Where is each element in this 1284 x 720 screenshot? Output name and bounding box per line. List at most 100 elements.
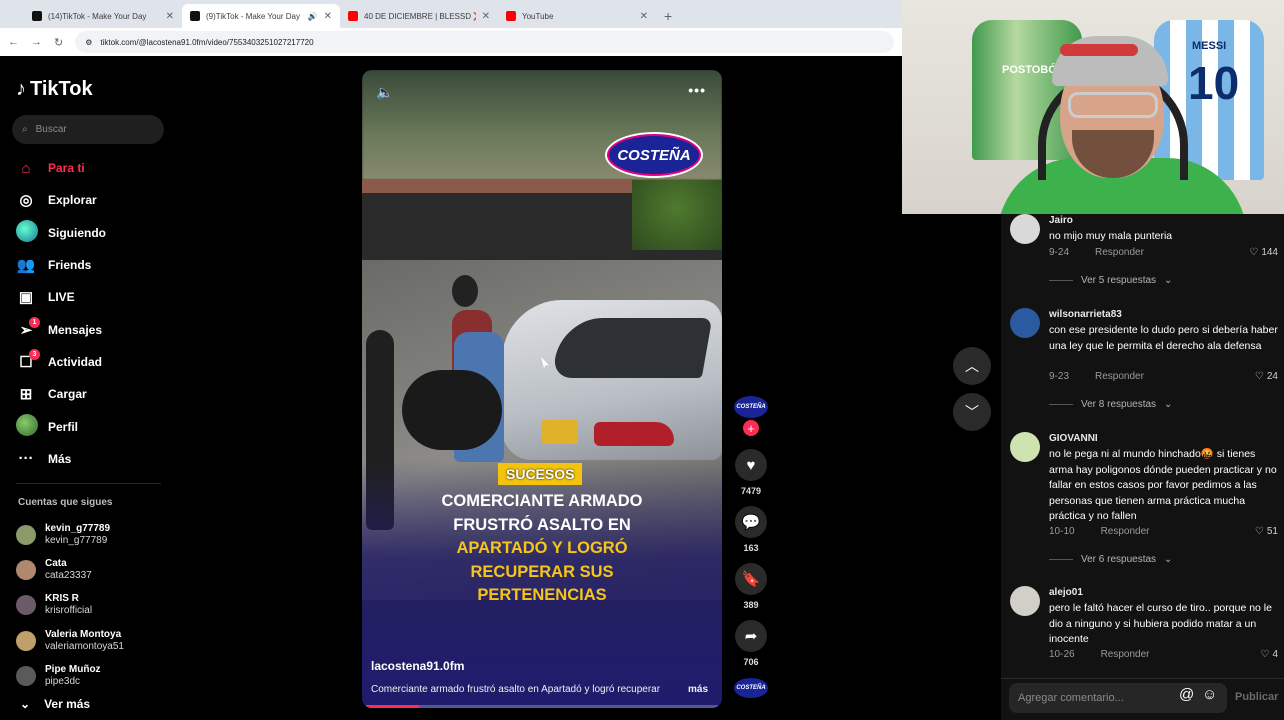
sound-disc-icon[interactable]: COSTEÑA — [734, 678, 768, 698]
avatar[interactable] — [1010, 432, 1040, 462]
close-tab-icon[interactable]: ✕ — [482, 11, 490, 22]
comment-like-button[interactable]: ♡ 4 — [1260, 649, 1278, 660]
reply-button[interactable]: Responder — [1095, 371, 1144, 382]
video-progress-bar[interactable] — [366, 705, 718, 708]
search-input[interactable]: ⌕ Buscar — [12, 115, 164, 144]
notification-badge: 3 — [29, 348, 40, 360]
following-item[interactable]: Cata cata23337 — [16, 552, 176, 587]
forward-arrow-icon[interactable]: → — [31, 36, 42, 48]
comment-input[interactable]: Agregar comentario... — [1009, 683, 1227, 713]
mention-icon[interactable]: @ — [1179, 686, 1194, 703]
close-tab-icon[interactable]: ✕ — [324, 11, 332, 22]
following-item[interactable]: Valeria Montoya valeriamontoya51 — [16, 623, 176, 658]
tiktok-icon — [190, 11, 200, 21]
comment-like-button[interactable]: ♡ 144 — [1249, 247, 1278, 258]
new-tab-icon[interactable]: + — [656, 8, 680, 28]
speaker-icon[interactable]: 🔊 — [308, 12, 318, 21]
sidebar-item-cargar[interactable]: ⊞ Cargar — [16, 378, 166, 410]
see-more-label: Ver más — [44, 697, 91, 711]
avatar[interactable] — [1010, 214, 1040, 244]
avatar[interactable] — [1010, 586, 1040, 616]
sidebar-item-para-ti[interactable]: ⌂ Para ti — [16, 152, 166, 184]
screen: (14)TikTok - Make Your Day ✕ (9)TikTok -… — [0, 0, 1284, 720]
brand-name: TikTok — [30, 78, 93, 100]
see-more-button[interactable]: ⌄ Ver más — [20, 697, 90, 711]
save-button[interactable]: 🔖 389 — [735, 563, 767, 610]
following-name: kevin_g77789 — [45, 522, 111, 534]
sidebar-item-mensajes[interactable]: ➢ 1 Mensajes — [16, 313, 166, 345]
video-player[interactable]: COSTEÑA 🔈 ••• SUCESOS COMERCIANTE ARMADO… — [362, 70, 722, 708]
reply-button[interactable]: Responder — [1101, 649, 1150, 660]
browser-tab[interactable]: YouTube ✕ — [498, 4, 656, 28]
volume-icon[interactable]: 🔈 — [376, 84, 393, 101]
comment-count: 163 — [743, 543, 759, 553]
following-handle: pipe3dc — [45, 675, 81, 687]
comment-icon: 💬 — [735, 506, 767, 538]
tab-title: YouTube — [522, 11, 554, 21]
video-frame-car-window — [551, 318, 713, 378]
view-replies-button[interactable]: Ver 6 respuestas ⌄ — [1049, 554, 1172, 565]
comment-like-button[interactable]: ♡ 24 — [1255, 371, 1278, 382]
sidebar-item-live[interactable]: ▣ LIVE — [16, 281, 166, 313]
following-handle: kevin_g77789 — [45, 534, 108, 546]
comment-like-button[interactable]: ♡ 51 — [1255, 526, 1278, 537]
close-tab-icon[interactable]: ✕ — [166, 11, 174, 22]
more-options-icon[interactable]: ••• — [688, 82, 706, 98]
sidebar-item-label: Cargar — [48, 387, 87, 402]
chevron-down-icon: ⌄ — [1164, 554, 1173, 565]
comment-user[interactable]: Jairo — [1049, 215, 1073, 226]
sidebar-item-actividad[interactable]: ☐ 3 Actividad — [16, 346, 166, 378]
back-arrow-icon[interactable]: ← — [8, 36, 19, 48]
sidebar-item-siguiendo[interactable]: Siguiendo — [16, 217, 166, 249]
comment-date: 10-10 — [1049, 526, 1075, 537]
search-icon: ⌕ — [22, 124, 28, 135]
following-name: Valeria Montoya — [45, 628, 122, 640]
webcam-overlay: POSTOBÓ MESSI 10 — [902, 0, 1284, 214]
emoji-icon[interactable]: ☺ — [1202, 686, 1217, 703]
following-name: KRIS R — [45, 593, 79, 605]
view-replies-button[interactable]: Ver 8 respuestas ⌄ — [1049, 399, 1172, 410]
sidebar-item-mas[interactable]: ··· Más — [16, 443, 166, 475]
close-tab-icon[interactable]: ✕ — [640, 11, 648, 22]
heart-outline-icon: ♡ — [1249, 247, 1259, 258]
site-info-icon[interactable]: ⚙ — [85, 38, 92, 47]
view-replies-button[interactable]: Ver 5 respuestas ⌄ — [1049, 275, 1172, 286]
video-category-tag: SUCESOS — [498, 463, 583, 485]
reply-button[interactable]: Responder — [1101, 526, 1150, 537]
following-list: kevin_g77789 kevin_g77789 Cata cata23337 K… — [16, 517, 176, 693]
video-author[interactable]: lacostena91.0fm — [371, 659, 464, 673]
sidebar-divider — [16, 483, 161, 484]
sidebar-item-explorar[interactable]: ◎ Explorar — [16, 184, 166, 216]
comment-button[interactable]: 💬 163 — [735, 506, 767, 553]
tiktok-note-icon: ♪ — [16, 78, 26, 100]
like-button[interactable]: ♥ 7479 — [735, 449, 767, 496]
tiktok-logo[interactable]: ♪ TikTok — [16, 78, 93, 101]
browser-tab[interactable]: (14)TikTok - Make Your Day ✕ — [24, 4, 182, 28]
comment-user[interactable]: alejo01 — [1049, 587, 1083, 598]
avatar[interactable] — [1010, 308, 1040, 338]
previous-video-button[interactable]: ︿ — [953, 347, 991, 385]
comment-user[interactable]: GIOVANNI — [1049, 433, 1098, 444]
next-video-button[interactable]: ﹀ — [953, 393, 991, 431]
author-avatar[interactable]: COSTEÑA — [734, 396, 768, 418]
more-icon: ··· — [18, 450, 34, 468]
browser-tab[interactable]: 40 DE DICIEMBRE | BLESSD ❌ ✕ — [340, 4, 498, 28]
following-handle: krisrofficial — [45, 605, 93, 617]
following-item[interactable]: Pipe Muñoz pipe3dc — [16, 658, 176, 693]
more-link[interactable]: más — [688, 684, 708, 695]
post-comment-button[interactable]: Publicar — [1235, 691, 1278, 703]
send-icon: ➢ 1 — [16, 316, 40, 339]
reply-button[interactable]: Responder — [1095, 247, 1144, 258]
share-button[interactable]: ➦ 706 — [735, 620, 767, 667]
sidebar-item-label: Para ti — [48, 161, 85, 176]
url-field[interactable]: ⚙ tiktok.com/@lacostena91.0fm/video/7553… — [75, 31, 894, 53]
sidebar-item-friends[interactable]: 👥 Friends — [16, 249, 166, 281]
comment-text: no mijo muy mala punteria — [1049, 230, 1173, 242]
reload-icon[interactable]: ↻ — [54, 36, 63, 49]
sidebar-item-perfil[interactable]: Perfil — [16, 410, 166, 442]
following-item[interactable]: KRIS Rkrisrofficial — [16, 588, 176, 623]
following-item[interactable]: kevin_g77789 kevin_g77789 — [16, 517, 176, 552]
browser-tab-active[interactable]: (9)TikTok - Make Your Day 🔊 ✕ — [182, 4, 340, 28]
follow-plus-icon[interactable]: + — [743, 420, 759, 436]
comment-user[interactable]: wilsonarrieta83 — [1049, 309, 1122, 320]
